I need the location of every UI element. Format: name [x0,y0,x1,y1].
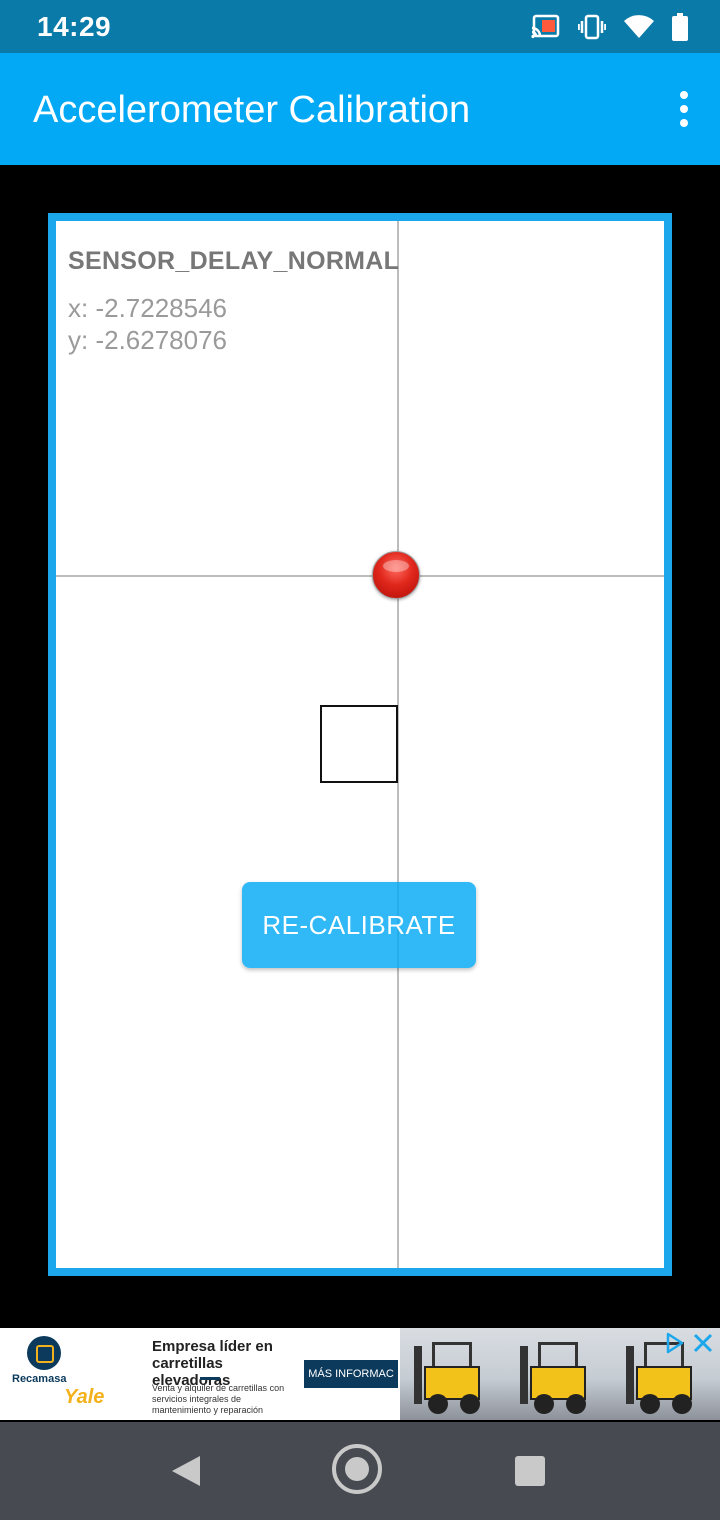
calibration-board: SENSOR_DELAY_NORMAL x: -2.7228546 y: -2.… [56,221,664,1268]
forklift-icon [414,1342,494,1414]
ad-body: Venta y alquiler de carretillas con serv… [152,1383,285,1415]
status-time: 14:29 [37,11,112,42]
close-icon[interactable] [692,1332,714,1359]
ad-divider [200,1377,220,1380]
calibration-board-frame: SENSOR_DELAY_NORMAL x: -2.7228546 y: -2.… [48,213,672,1276]
y-reading: y: -2.6278076 [68,325,228,355]
horizontal-axis-line [56,575,664,577]
sensor-delay-label: SENSOR_DELAY_NORMAL [68,247,400,275]
forklift-icon [520,1342,600,1414]
cast-icon [530,14,560,40]
back-icon[interactable] [170,1454,202,1493]
app-bar: Accelerometer Calibration [0,53,720,165]
recamasa-logo-icon [27,1336,61,1370]
ad-logo: Recamasa Yale [0,1328,104,1420]
app-title: Accelerometer Calibration [33,89,471,131]
wifi-icon [624,15,654,39]
recents-icon[interactable] [515,1456,545,1486]
navigation-bar [0,1422,720,1520]
ad-cta-button[interactable]: MÁS INFORMAC [304,1360,398,1388]
more-vert-icon[interactable] [676,91,692,127]
status-icons [530,12,688,42]
recalibrate-button[interactable]: RE-CALIBRATE [242,882,476,968]
target-square [320,705,398,783]
home-icon[interactable] [332,1444,382,1494]
status-bar: 14:29 [0,0,720,53]
adchoices-icon[interactable] [664,1332,686,1359]
x-reading: x: -2.7228546 [68,293,228,323]
ad-choices [664,1332,714,1359]
ad-brand-yale: Yale [64,1386,105,1408]
ad-banner[interactable]: Recamasa Yale Empresa líder en carretill… [0,1328,720,1420]
ad-headline: Empresa líder en carretillas elevadoras [152,1338,273,1389]
vibrate-icon [578,14,606,40]
level-ball [372,551,420,599]
battery-icon [672,13,688,41]
ad-brand: Recamasa [12,1373,67,1385]
